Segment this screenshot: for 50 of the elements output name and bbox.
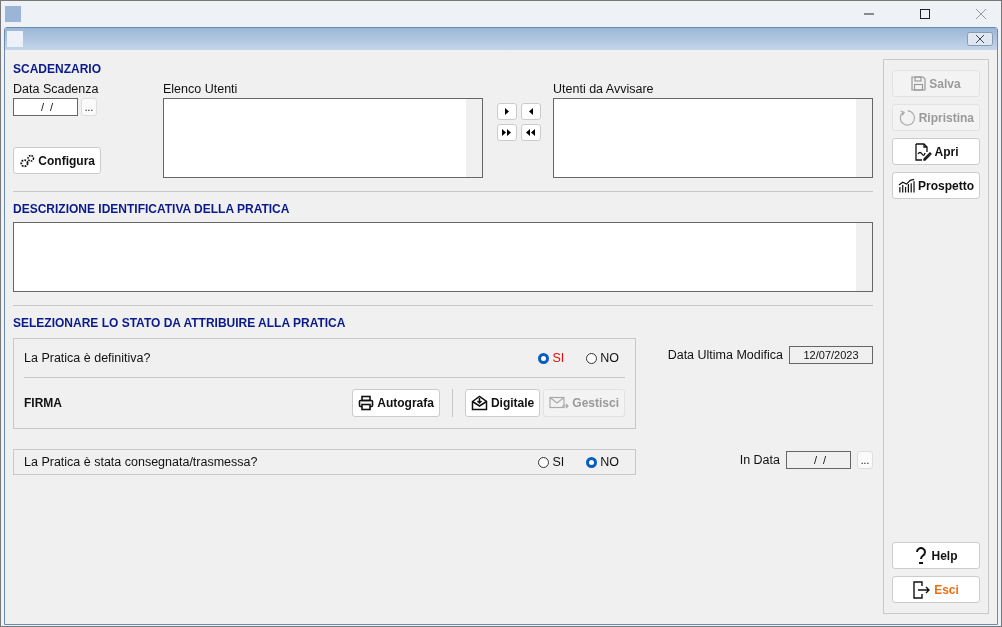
double-left-triangle-icon — [526, 129, 536, 136]
bar-chart-icon — [898, 177, 915, 194]
date-field: 12/07/2023 — [789, 346, 873, 364]
section-heading: SCADENZARIO — [13, 62, 102, 76]
document-pen-icon — [913, 142, 932, 161]
close-icon[interactable] — [967, 32, 993, 46]
field-label: Data Ultima Modifica — [667, 348, 783, 362]
circular-arrow-icon — [898, 107, 916, 128]
signature-label: FIRMA — [24, 396, 62, 410]
question-text: La Pratica è definitiva? — [24, 351, 152, 365]
radio-option[interactable]: SI — [538, 455, 565, 469]
report-button[interactable]: Prospetto — [892, 172, 980, 199]
right-triangle-icon — [504, 108, 510, 115]
envelope-icon — [470, 395, 488, 411]
exit-door-icon — [913, 580, 932, 599]
gears-icon — [19, 152, 36, 169]
users-list[interactable] — [163, 98, 483, 178]
section-heading: SELEZIONARE LO STATO DA ATTRIBUIRE ALLA PRATICA — [13, 316, 347, 330]
field-label: Data Scadenza — [13, 82, 100, 96]
list-label: Utenti da Avvisare — [553, 82, 655, 96]
double-right-triangle-icon — [502, 129, 512, 136]
date-field[interactable]: / / — [786, 451, 851, 469]
configure-button[interactable]: Configura — [13, 147, 101, 174]
field-label: In Data — [739, 453, 780, 467]
move-right-button[interactable] — [497, 103, 517, 120]
date-picker-button[interactable]: ... — [81, 98, 97, 116]
maximize-icon[interactable] — [919, 8, 931, 20]
app-icon — [5, 6, 21, 22]
dialog-icon — [7, 31, 23, 47]
move-left-button[interactable] — [521, 103, 541, 120]
date-field[interactable]: / / — [13, 98, 78, 116]
list-label: Elenco Utenti — [163, 82, 239, 96]
question-text: La Pratica è stata consegnata/trasmessa? — [24, 455, 259, 469]
printer-icon — [358, 395, 375, 411]
move-all-right-button[interactable] — [497, 124, 517, 141]
radio-option[interactable]: SI — [538, 351, 565, 365]
radio-option[interactable]: NO — [586, 351, 619, 365]
open-button[interactable]: Apri — [892, 138, 980, 165]
move-all-left-button[interactable] — [521, 124, 541, 141]
help-button[interactable]: Help — [892, 542, 980, 569]
envelope-icon — [549, 396, 570, 410]
radio-option[interactable]: NO — [586, 455, 619, 469]
question-mark-icon — [914, 546, 929, 565]
date-picker-button[interactable]: ... — [857, 451, 873, 469]
notify-users-list[interactable] — [553, 98, 873, 178]
print-button[interactable]: Autografa — [352, 389, 440, 417]
section-heading: DESCRIZIONE IDENTIFICATIVA DELLA PRATICA — [13, 202, 291, 216]
description-field[interactable] — [13, 222, 873, 292]
left-triangle-icon — [528, 108, 534, 115]
envelope-button[interactable]: Digitale — [464, 389, 541, 417]
